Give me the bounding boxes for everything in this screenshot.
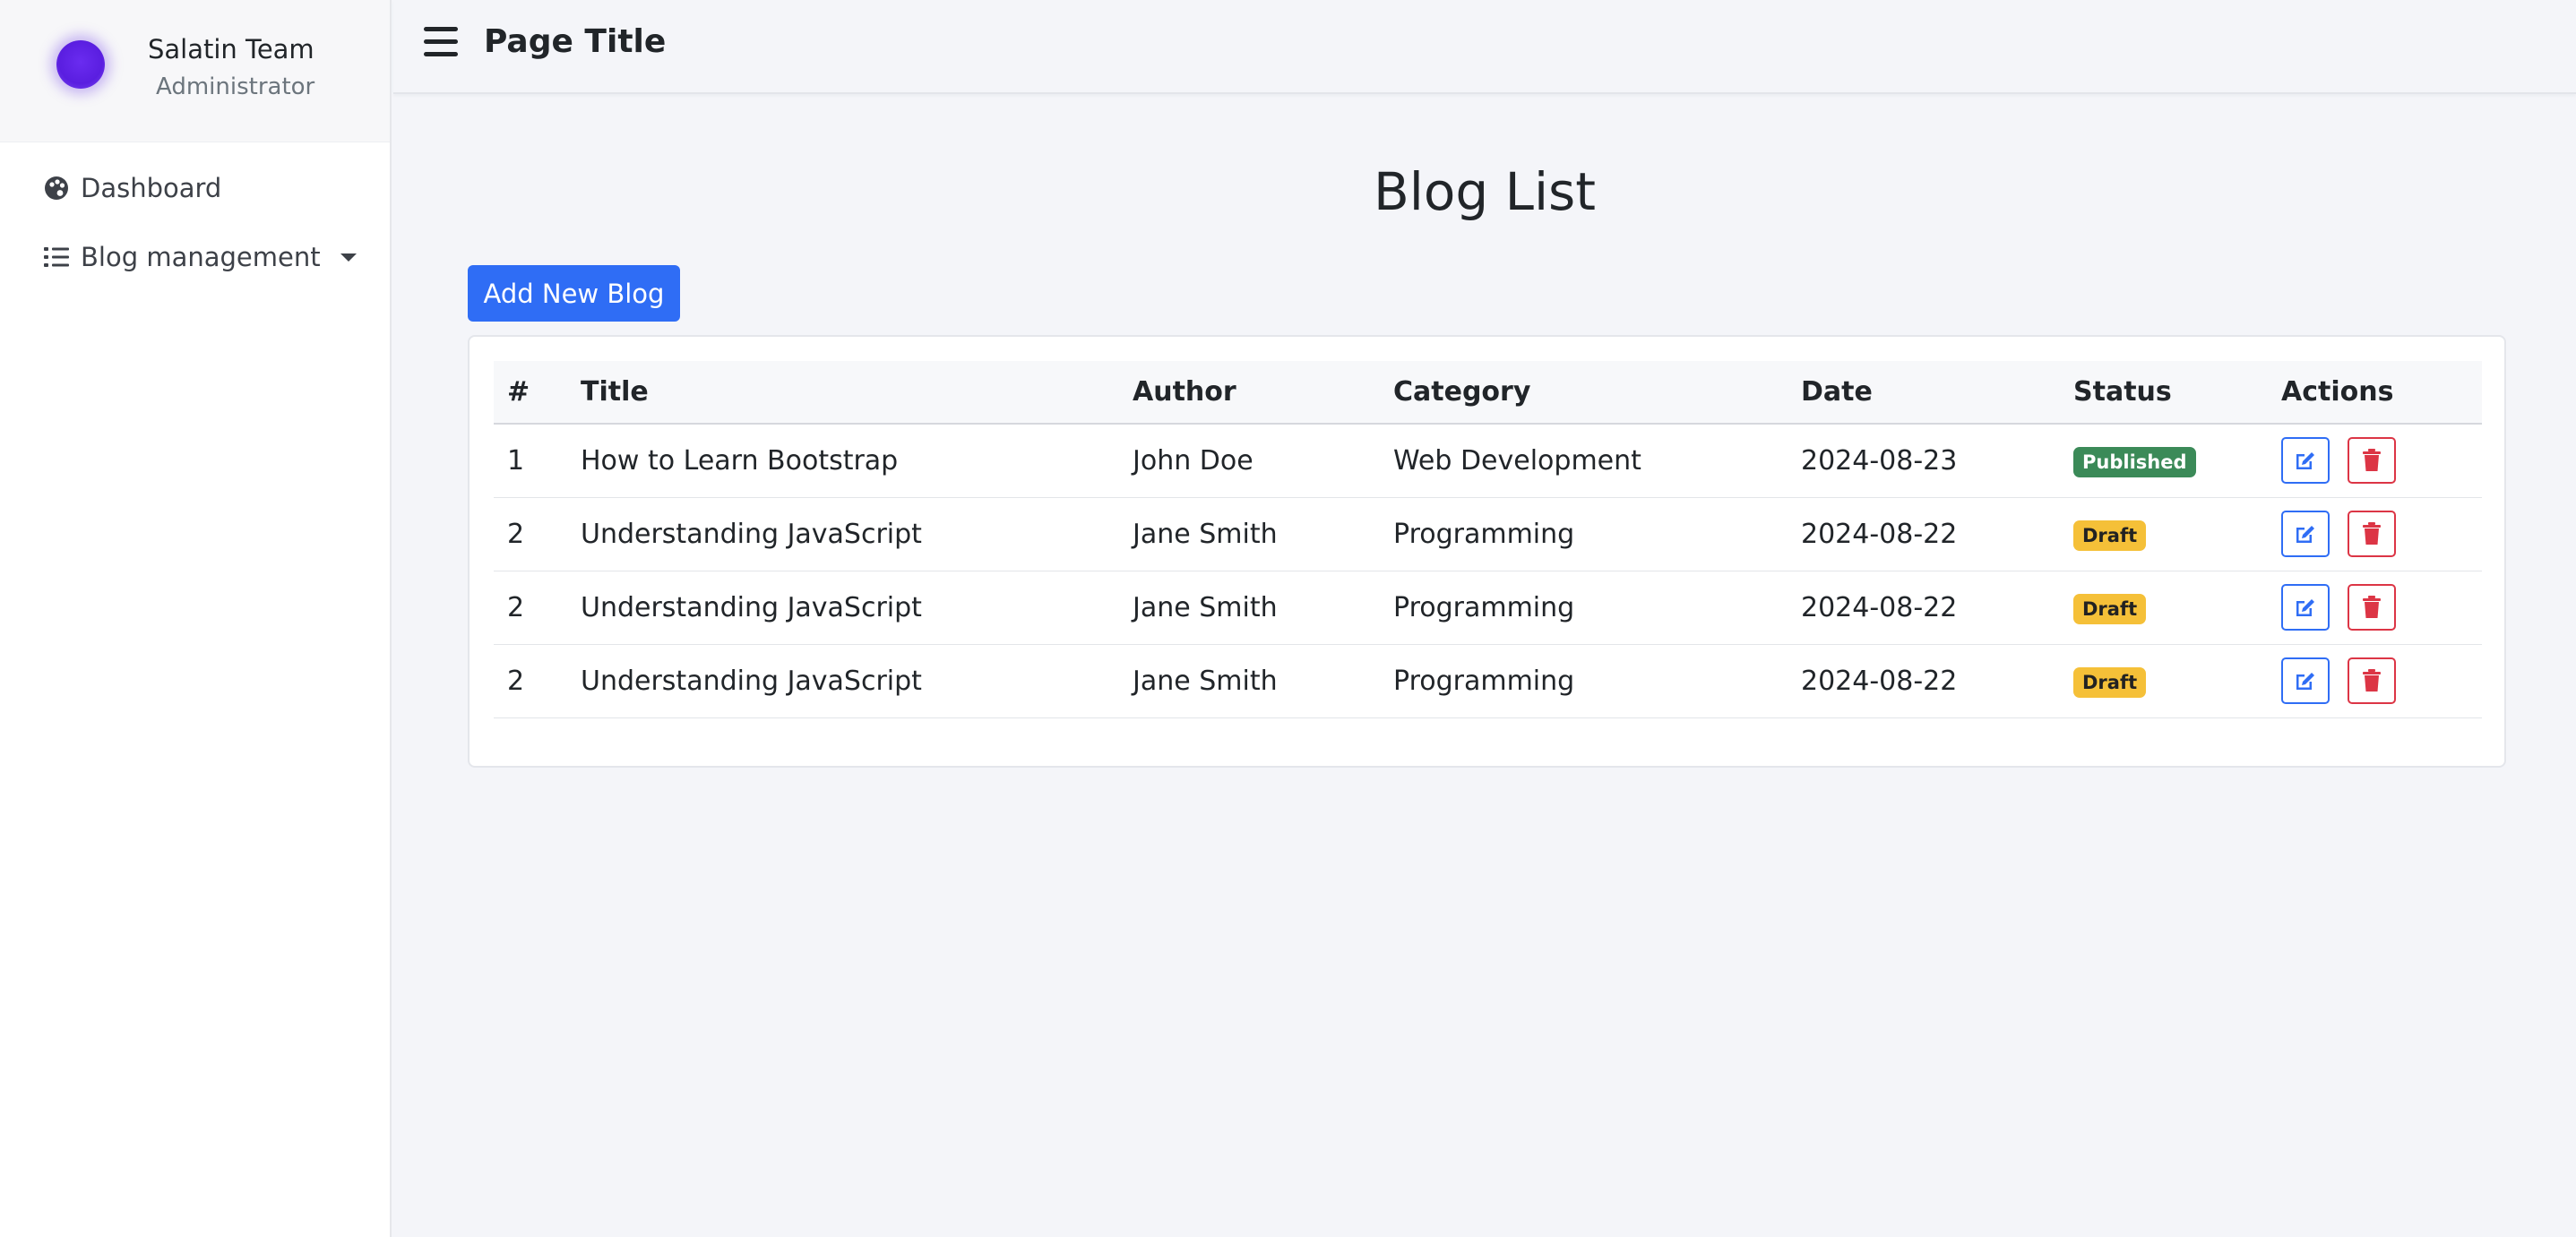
status-badge: Draft — [2073, 520, 2147, 551]
page-title: Page Title — [484, 23, 667, 60]
cell-number: 2 — [507, 518, 525, 550]
table-row: 2 Understanding JavaScript Jane Smith Pr… — [494, 571, 2482, 644]
status-badge: Draft — [2073, 666, 2147, 698]
cell-status: Draft — [2060, 644, 2268, 717]
trash-icon — [2362, 596, 2381, 618]
cell-title: Understanding JavaScript — [581, 665, 922, 697]
cell-number: 2 — [507, 591, 525, 623]
cell-author: John Doe — [1133, 444, 1254, 477]
cell-date: 2024-08-22 — [1801, 591, 1958, 623]
cell-date: 2024-08-23 — [1801, 444, 1958, 477]
avatar[interactable] — [56, 40, 105, 89]
column-header-status: Status — [2060, 361, 2268, 425]
cell-actions — [2268, 424, 2482, 497]
cell-number: 2 — [507, 665, 525, 697]
menu-toggle-icon[interactable] — [424, 27, 458, 57]
edit-button[interactable] — [2281, 657, 2330, 704]
delete-button[interactable] — [2347, 511, 2396, 557]
cell-author: Jane Smith — [1133, 665, 1278, 697]
trash-icon — [2362, 669, 2381, 692]
table-header-row: # Title Author Category Date Status Acti… — [494, 361, 2482, 425]
table-row: 2 Understanding JavaScript Jane Smith Pr… — [494, 497, 2482, 571]
cell-title: Understanding JavaScript — [581, 518, 922, 550]
column-header-actions: Actions — [2268, 361, 2482, 425]
delete-button[interactable] — [2347, 437, 2396, 485]
blog-list-heading: Blog List — [1373, 161, 1597, 222]
status-badge: Draft — [2073, 593, 2147, 624]
cell-title: Understanding JavaScript — [581, 591, 922, 623]
cell-status: Draft — [2060, 497, 2268, 571]
trash-icon — [2362, 522, 2381, 545]
column-header-author: Author — [1119, 361, 1380, 425]
list-icon — [43, 244, 70, 271]
edit-icon — [2296, 599, 2314, 616]
cell-actions — [2268, 571, 2482, 644]
status-badge: Published — [2073, 446, 2196, 477]
sidebar: Salatin Team Administrator Dashboard Blo… — [0, 0, 392, 1237]
cell-category: Programming — [1393, 665, 1575, 697]
delete-button[interactable] — [2347, 657, 2396, 704]
cell-status: Published — [2060, 424, 2268, 497]
user-profile: Salatin Team Administrator — [0, 0, 390, 142]
cell-author: Jane Smith — [1133, 591, 1278, 623]
palette-icon — [43, 175, 70, 202]
edit-icon — [2296, 673, 2314, 690]
profile-role: Administrator — [156, 73, 315, 100]
edit-icon — [2296, 452, 2314, 470]
edit-button[interactable] — [2281, 584, 2330, 631]
cell-number: 1 — [507, 444, 525, 477]
table-row: 2 Understanding JavaScript Jane Smith Pr… — [494, 644, 2482, 717]
trash-icon — [2362, 449, 2381, 472]
blog-table: # Title Author Category Date Status Acti… — [494, 361, 2482, 718]
chevron-down-icon — [340, 253, 357, 262]
cell-actions — [2268, 644, 2482, 717]
cell-actions — [2268, 497, 2482, 571]
cell-category: Programming — [1393, 591, 1575, 623]
table-row: 1 How to Learn Bootstrap John Doe Web De… — [494, 424, 2482, 497]
column-header-category: Category — [1380, 361, 1788, 425]
sidebar-item-label: Blog management — [81, 242, 321, 272]
cell-author: Jane Smith — [1133, 518, 1278, 550]
edit-button[interactable] — [2281, 437, 2330, 485]
delete-button[interactable] — [2347, 584, 2396, 631]
cell-category: Web Development — [1393, 444, 1641, 477]
column-header-number: # — [494, 361, 567, 425]
cell-title: How to Learn Bootstrap — [581, 444, 899, 477]
edit-button[interactable] — [2281, 511, 2330, 557]
sidebar-item-blog-management[interactable]: Blog management — [43, 235, 357, 279]
edit-icon — [2296, 526, 2314, 543]
column-header-date: Date — [1788, 361, 2060, 425]
blog-table-card: # Title Author Category Date Status Acti… — [468, 335, 2506, 768]
sidebar-item-dashboard[interactable]: Dashboard — [43, 166, 221, 210]
cell-category: Programming — [1393, 518, 1575, 550]
sidebar-item-label: Dashboard — [81, 173, 222, 203]
cell-status: Draft — [2060, 571, 2268, 644]
add-new-blog-button[interactable]: Add New Blog — [468, 265, 680, 322]
top-bar: Page Title — [393, 0, 2576, 94]
cell-date: 2024-08-22 — [1801, 665, 1958, 697]
column-header-title: Title — [567, 361, 1119, 425]
profile-name: Salatin Team — [148, 34, 314, 64]
cell-date: 2024-08-22 — [1801, 518, 1958, 550]
